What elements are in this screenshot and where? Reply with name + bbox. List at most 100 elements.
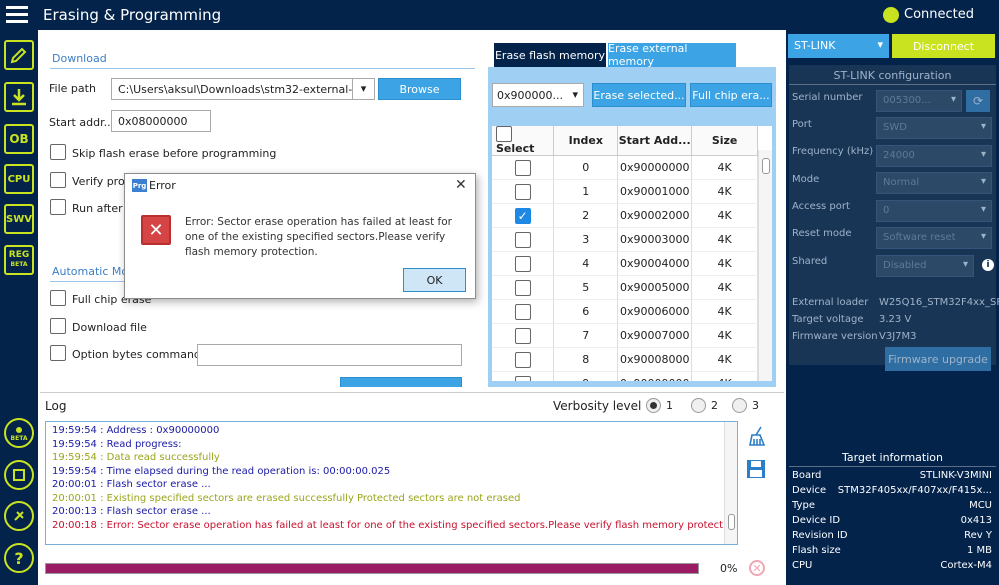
port-label: Port [792,119,812,130]
cancel-icon[interactable]: ✕ [749,560,765,576]
table-row[interactable]: 1 0x90001000 4K [492,179,758,204]
option-bytes-input[interactable] [197,344,462,366]
table-row[interactable]: 0 0x90000000 4K [492,155,758,180]
access-port-select[interactable]: 0 [876,200,992,222]
table-row[interactable]: ✓ 2 0x90002000 4K [492,203,758,228]
mode-select[interactable]: Normal [876,172,992,194]
reset-mode-select[interactable]: Software reset [876,227,992,249]
full-chip-erase-checkbox[interactable] [50,290,66,306]
help-label: ? [14,548,24,568]
plugin-icon[interactable] [4,501,34,531]
log-output[interactable]: 19:59:54 : Address : 0x90000000 19:59:54 … [45,421,738,545]
shared-select[interactable]: Disabled [876,255,974,277]
row-checkbox[interactable] [514,159,531,176]
table-row[interactable]: 3 0x90003000 4K [492,227,758,252]
erase-selected-button[interactable]: Erase selected... [592,83,686,107]
save-log-icon[interactable] [746,459,766,479]
serial-number-select[interactable]: 005300... [876,90,962,112]
table-row[interactable]: 4 0x90004000 4K [492,251,758,276]
sector-range-select[interactable]: 0x900000... [492,83,584,107]
row-select-cell[interactable] [492,275,555,300]
start-automatic-mode-button[interactable] [340,377,462,387]
column-header-start-address[interactable]: Start Add... [617,126,693,156]
browse-button[interactable]: Browse [378,78,461,100]
verify-checkbox[interactable] [50,172,66,188]
row-select-cell[interactable] [492,347,555,372]
shared-label: Shared [792,256,828,267]
download-icon[interactable] [4,82,34,112]
beta-icon[interactable]: BETA [4,418,34,448]
log-scrollbar[interactable] [724,422,737,544]
run-after-checkbox[interactable] [50,199,66,215]
row-select-cell[interactable]: ✓ [492,203,555,228]
row-start-address: 0x90009000 [617,371,693,381]
row-checkbox[interactable] [514,303,531,320]
pencil-icon[interactable] [4,40,34,70]
close-icon[interactable]: ✕ [455,177,467,193]
column-header-index[interactable]: Index [553,126,619,156]
column-header-size[interactable]: Size [691,126,758,156]
target-voltage-label: Target voltage [792,314,864,325]
row-checkbox[interactable] [514,351,531,368]
ok-button[interactable]: OK [403,268,466,292]
file-path-input[interactable]: C:\Users\aksul\Downloads\stm32-external-… [111,78,375,100]
refresh-icon[interactable]: ⟳ [966,90,990,112]
help-icon[interactable]: ? [4,543,34,573]
verbosity-radio-label: 3 [752,399,759,412]
row-select-cell[interactable] [492,251,555,276]
start-address-input[interactable]: 0x08000000 [111,110,211,132]
tab-erase-flash-memory[interactable]: Erase flash memory [494,43,606,67]
menu-icon[interactable] [6,6,28,24]
select-all-checkbox[interactable] [496,126,512,142]
row-select-cell[interactable] [492,179,555,204]
table-row[interactable]: 5 0x90005000 4K [492,275,758,300]
table-row[interactable]: 8 0x90008000 4K [492,347,758,372]
row-checkbox[interactable] [514,327,531,344]
row-index: 1 [553,179,619,204]
target-info-value: Rev Y [964,530,992,541]
column-header-select[interactable]: Select [492,126,555,156]
row-select-cell[interactable] [492,299,555,324]
row-checkbox[interactable] [514,375,531,381]
row-size: 4K [691,347,758,372]
row-checkbox[interactable]: ✓ [514,207,531,224]
target-info-label: Device [792,485,827,496]
option-bytes-checkbox[interactable] [50,345,66,361]
table-row[interactable]: 6 0x90006000 4K [492,299,758,324]
sidebar-item-ob[interactable]: OB [4,124,34,154]
table-scrollbar[interactable] [758,150,772,381]
row-checkbox[interactable] [514,231,531,248]
verbosity-label: Verbosity level [553,399,642,413]
row-checkbox[interactable] [514,279,531,296]
row-select-cell[interactable] [492,323,555,348]
log-line: 19:59:54 : Read progress: [52,438,182,450]
frequency-select[interactable]: 24000 [876,145,992,167]
firmware-upgrade-button[interactable]: Firmware upgrade [885,347,991,371]
verbosity-radio-2[interactable] [691,398,706,413]
sidebar-item-swv[interactable]: SWV [4,204,34,234]
sidebar-item-reg[interactable]: REG BETA [4,245,34,275]
clear-log-icon[interactable] [746,425,768,447]
verbosity-radio-3[interactable] [732,398,747,413]
tab-erase-external-memory[interactable]: Erase external memory [608,42,736,68]
table-row[interactable]: 90x900090004K [492,371,758,381]
sidebar-item-label: REG [8,250,30,260]
chevron-down-icon[interactable]: ▾ [352,79,374,99]
port-select[interactable]: SWD [876,117,992,139]
full-chip-erase-button[interactable]: Full chip era... [690,83,772,107]
row-checkbox[interactable] [514,183,531,200]
table-row[interactable]: 7 0x90007000 4K [492,323,758,348]
skip-erase-checkbox[interactable] [50,144,66,160]
disconnect-button[interactable]: Disconnect [892,34,995,58]
row-select-cell[interactable] [492,155,555,180]
row-select-cell[interactable] [492,371,555,381]
info-icon[interactable]: i [982,259,994,271]
download-file-checkbox[interactable] [50,318,66,334]
verbosity-radio-1[interactable] [646,398,661,413]
row-checkbox[interactable] [514,255,531,272]
row-select-cell[interactable] [492,227,555,252]
download-section-title: Download [52,52,107,65]
sidebar-item-cpu[interactable]: CPU [4,164,34,194]
probe-select[interactable]: ST-LINK [788,34,889,58]
el-icon[interactable] [4,460,34,490]
